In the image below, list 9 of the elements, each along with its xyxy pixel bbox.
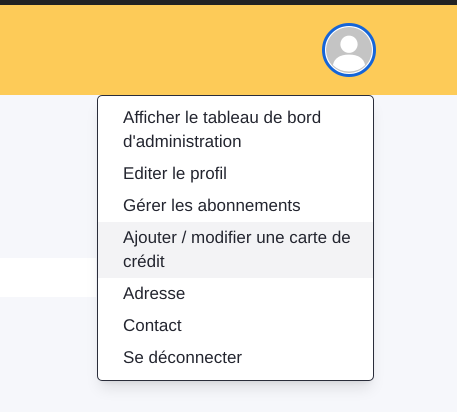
menu-item[interactable]: Se déconnecter (98, 342, 373, 374)
menu-item[interactable]: Ajouter / modifier une carte de crédit (98, 222, 373, 278)
menu-item[interactable]: Adresse (98, 278, 373, 310)
avatar-button[interactable] (322, 23, 376, 77)
menu-item[interactable]: Gérer les abonnements (98, 190, 373, 222)
user-silhouette-icon (326, 27, 372, 73)
menu-item[interactable]: Contact (98, 310, 373, 342)
menu-item[interactable]: Afficher le tableau de bord d'administration (98, 102, 373, 158)
menu-item[interactable]: Editer le profil (98, 158, 373, 190)
